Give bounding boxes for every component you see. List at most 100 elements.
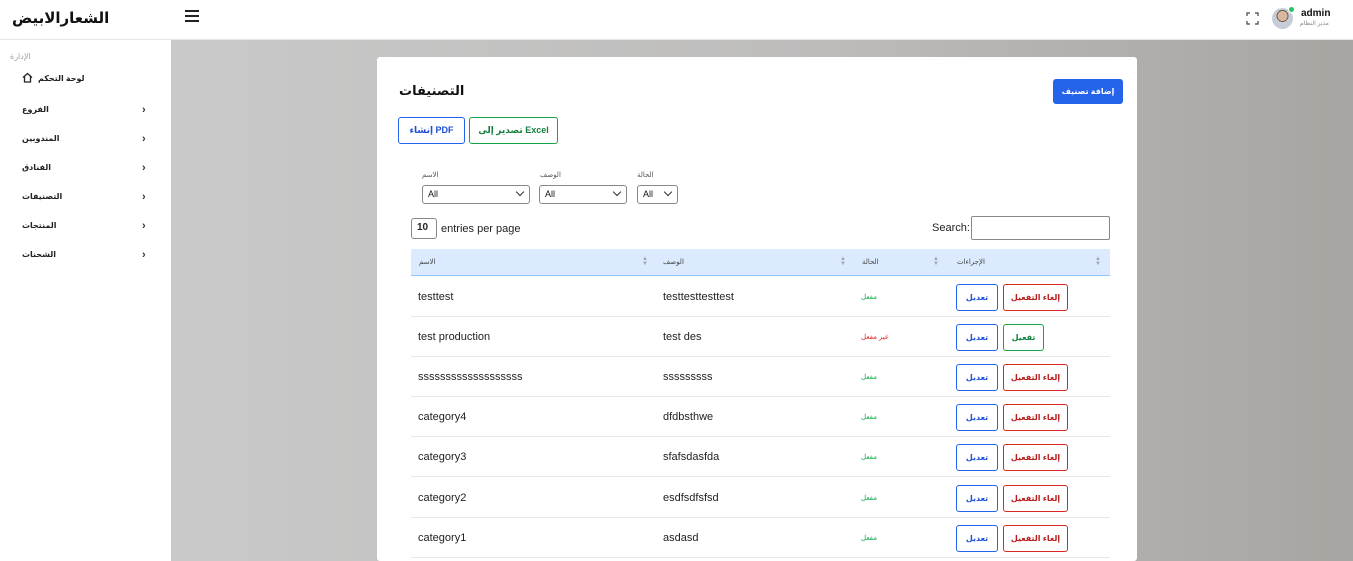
- entries-per-page-label: entries per page: [441, 223, 521, 235]
- sidebar-section-title: الإدارة: [10, 52, 31, 61]
- menu-toggle-icon[interactable]: [185, 10, 199, 24]
- filter-status-label: الحالة: [637, 172, 654, 179]
- sidebar-item-delegates[interactable]: المندوبين ›: [0, 130, 171, 150]
- edit-button[interactable]: تعديل: [956, 364, 998, 391]
- cell-name: category1: [418, 532, 467, 544]
- filter-desc-value: All: [545, 189, 556, 199]
- chevron-right-icon: ›: [142, 162, 146, 174]
- sidebar-item-label: الفنادق: [22, 163, 52, 172]
- sidebar-item-label: التصنيفات: [22, 192, 63, 201]
- deactivate-button[interactable]: إلغاء التفعيل: [1003, 525, 1068, 552]
- sidebar-item-label: المندوبين: [22, 134, 60, 143]
- chevron-right-icon: ›: [142, 220, 146, 232]
- table-row: test production test des غير مفعل تعديل …: [411, 317, 1110, 357]
- fullscreen-icon[interactable]: [1246, 12, 1259, 25]
- cell-description: test des: [663, 331, 702, 343]
- chevron-right-icon: ›: [142, 133, 146, 145]
- cell-name: testtest: [418, 291, 454, 303]
- deactivate-button[interactable]: إلغاء التفعيل: [1003, 485, 1068, 512]
- sidebar-item-label: المنتجات: [22, 221, 57, 230]
- cell-description: esdfsdfsfsd: [663, 492, 719, 504]
- cell-name: category2: [418, 492, 467, 504]
- filter-name-value: All: [428, 189, 439, 199]
- export-pdf-button[interactable]: إنشاء PDF: [398, 117, 465, 144]
- sidebar-item-hotels[interactable]: الفنادق ›: [0, 159, 171, 179]
- cell-name: test production: [418, 331, 491, 343]
- table-row: category1 asdasd مفعل تعديل إلغاء التفعي…: [411, 518, 1110, 558]
- deactivate-button[interactable]: إلغاء التفعيل: [1003, 404, 1068, 431]
- cell-status: مفعل: [861, 414, 877, 421]
- brand-logo-text[interactable]: الشعارالابيض: [12, 9, 109, 27]
- add-category-button[interactable]: إضافة تصنيف: [1053, 79, 1123, 104]
- table-header: الاسم ▲ ▼ الوصف ▲ ▼ الحالة ▲ ▼ الإجراءات ▲ ▼: [411, 249, 1110, 276]
- edit-button[interactable]: تعديل: [956, 525, 998, 552]
- export-excel-button[interactable]: تصدير إلى Excel: [469, 117, 558, 144]
- cell-description: asdasd: [663, 532, 699, 544]
- search-label: Search:: [932, 222, 970, 234]
- search-input[interactable]: [971, 216, 1110, 240]
- cell-description: testtesttesttest: [663, 291, 734, 303]
- filter-name-label: الاسم: [422, 172, 439, 179]
- sidebar-item-label: الشحنات: [22, 250, 56, 259]
- sidebar-item-label: الفروع: [22, 105, 49, 114]
- user-name[interactable]: admin: [1301, 8, 1330, 19]
- table-row: testtest testtesttesttest مفعل تعديل إلغ…: [411, 277, 1110, 317]
- home-icon[interactable]: [22, 72, 33, 83]
- page-title: التصنيفات: [399, 83, 465, 98]
- filter-name-select[interactable]: All: [422, 185, 530, 204]
- filter-desc-select[interactable]: All: [539, 185, 627, 204]
- chevron-right-icon: ›: [142, 249, 146, 261]
- cell-name: sssssssssssssssssss: [418, 371, 523, 383]
- chevron-down-icon: [663, 187, 673, 197]
- cell-name: category3: [418, 451, 467, 463]
- cell-status: غير مفعل: [861, 334, 889, 341]
- sort-icon[interactable]: ▲ ▼: [933, 256, 939, 267]
- edit-button[interactable]: تعديل: [956, 485, 998, 512]
- user-role: مدير النظام: [1300, 21, 1329, 27]
- filter-status-value: All: [643, 189, 654, 199]
- sidebar: الإدارة لوحة التحكم الفروع › المندوبين ›…: [0, 40, 171, 561]
- sort-icon[interactable]: ▲ ▼: [1095, 256, 1101, 267]
- table-row: category3 sfafsdasfda مفعل تعديل إلغاء ا…: [411, 437, 1110, 477]
- top-bar: الشعارالابيض admin مدير النظام: [0, 0, 1353, 40]
- edit-button[interactable]: تعديل: [956, 444, 998, 471]
- table-row: category2 esdfsdfsfsd مفعل تعديل إلغاء ا…: [411, 478, 1110, 518]
- chevron-down-icon: [612, 187, 622, 197]
- deactivate-button[interactable]: إلغاء التفعيل: [1003, 284, 1068, 311]
- chevron-right-icon: ›: [142, 191, 146, 203]
- cell-description: sfafsdasfda: [663, 451, 720, 463]
- column-header-status[interactable]: الحالة: [862, 258, 879, 266]
- edit-button[interactable]: تعديل: [956, 404, 998, 431]
- sidebar-item-categories[interactable]: التصنيفات ›: [0, 188, 171, 208]
- sidebar-item-products[interactable]: المنتجات ›: [0, 217, 171, 237]
- filter-desc-label: الوصف: [540, 172, 561, 179]
- cell-status: مفعل: [861, 454, 877, 461]
- sort-icon[interactable]: ▲ ▼: [840, 256, 846, 267]
- entries-per-page-select[interactable]: 10: [411, 218, 437, 239]
- sidebar-item-dashboard[interactable]: لوحة التحكم: [38, 74, 85, 83]
- filter-status-select[interactable]: All: [637, 185, 678, 204]
- edit-button[interactable]: تعديل: [956, 284, 998, 311]
- sort-icon[interactable]: ▲ ▼: [642, 256, 648, 267]
- cell-status: مفعل: [861, 495, 877, 502]
- table-row: category4 dfdbsthwe مفعل تعديل إلغاء الت…: [411, 397, 1110, 437]
- cell-status: مفعل: [861, 535, 877, 542]
- cell-status: مفعل: [861, 374, 877, 381]
- cell-status: مفعل: [861, 294, 877, 301]
- deactivate-button[interactable]: إلغاء التفعيل: [1003, 364, 1068, 391]
- column-header-name[interactable]: الاسم: [419, 258, 435, 266]
- table-row: sssssssssssssssssss sssssssss مفعل تعديل…: [411, 357, 1110, 397]
- activate-button[interactable]: تفعيل: [1003, 324, 1044, 351]
- online-status-dot: [1288, 6, 1295, 13]
- chevron-down-icon: [515, 187, 525, 197]
- cell-description: sssssssss: [663, 371, 713, 383]
- cell-description: dfdbsthwe: [663, 411, 714, 423]
- column-header-actions: الإجراءات: [957, 259, 985, 266]
- sidebar-item-shipments[interactable]: الشحنات ›: [0, 246, 171, 266]
- deactivate-button[interactable]: إلغاء التفعيل: [1003, 444, 1068, 471]
- chevron-right-icon: ›: [142, 104, 146, 116]
- edit-button[interactable]: تعديل: [956, 324, 998, 351]
- sidebar-item-branches[interactable]: الفروع ›: [0, 101, 171, 121]
- cell-name: category4: [418, 411, 467, 423]
- column-header-description[interactable]: الوصف: [663, 258, 684, 266]
